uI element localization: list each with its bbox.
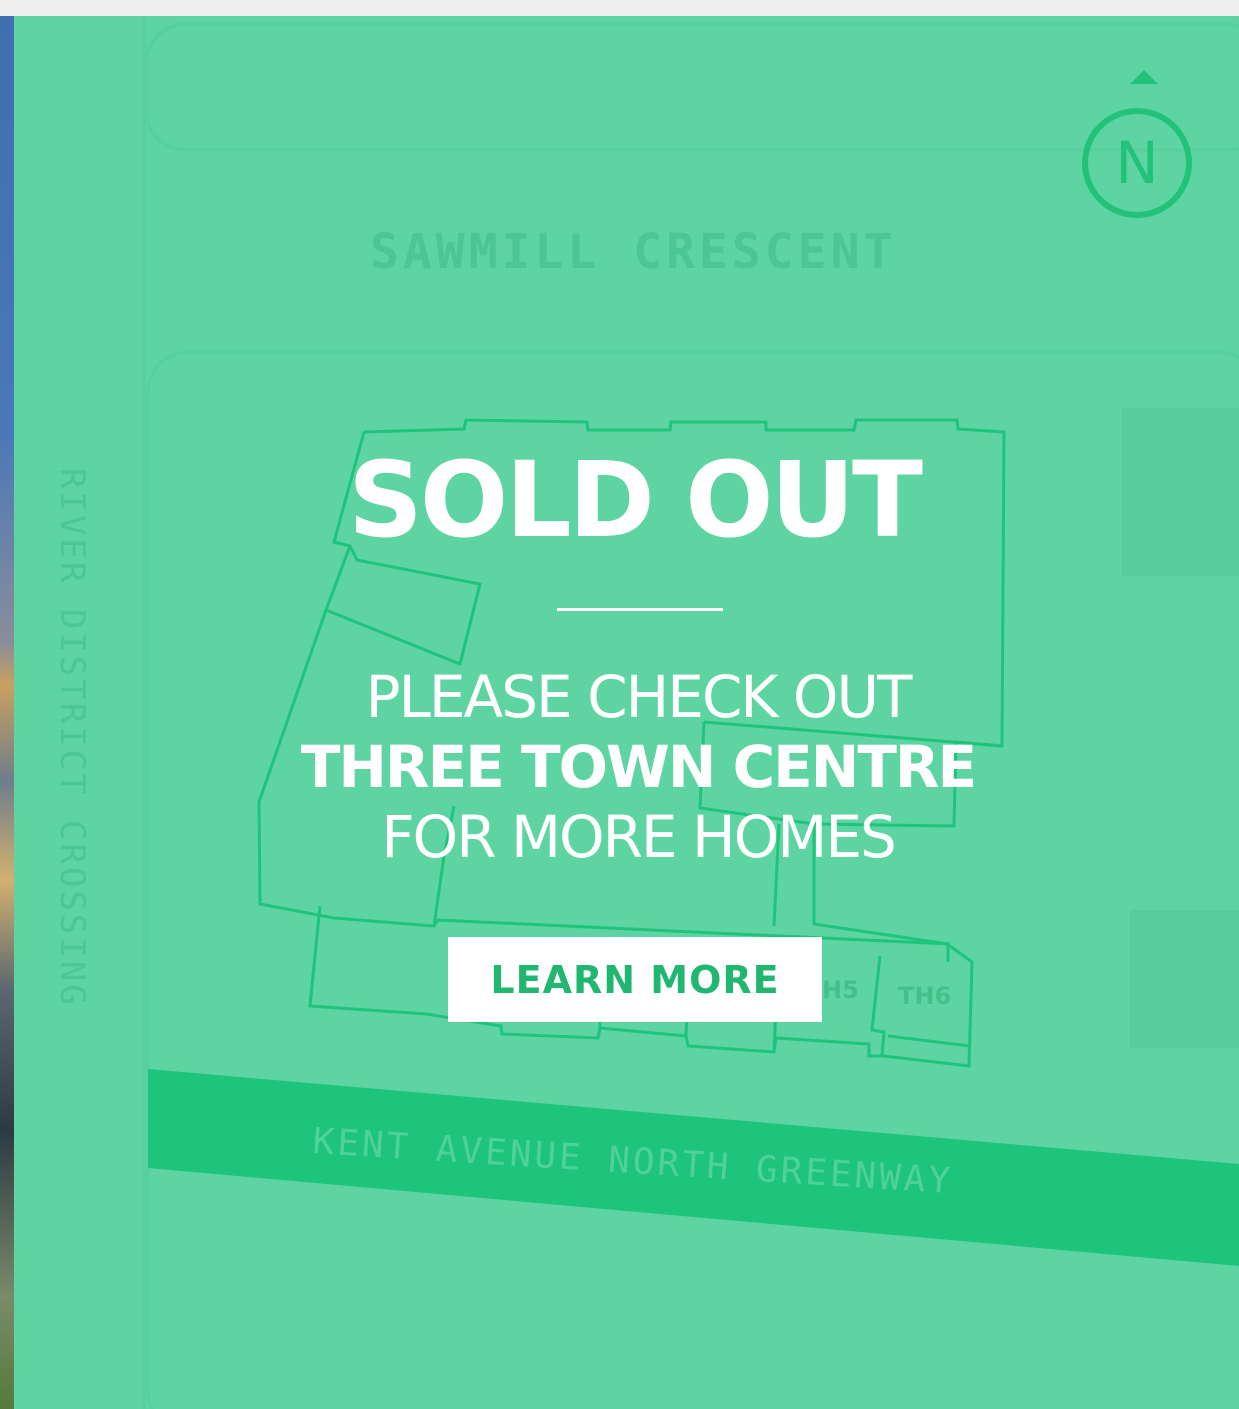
learn-more-button[interactable]: LEARN MORE <box>448 937 822 1022</box>
sold-out-overlay: SOLD OUT PLEASE CHECK OUT THREE TOWN CEN… <box>14 16 1239 1409</box>
sold-out-title: SOLD OUT <box>348 439 923 561</box>
message-line-3: FOR MORE HOMES <box>381 803 897 871</box>
message-line-1: PLEASE CHECK OUT <box>365 663 913 731</box>
site-map: SAWMILL CRESCENT RIVER DISTRICT CROSSING… <box>14 16 1239 1409</box>
title-divider <box>557 608 723 611</box>
message-line-2: THREE TOWN CENTRE <box>300 733 977 801</box>
background-photo-edge <box>0 16 14 1409</box>
browser-top-strip <box>0 0 1239 16</box>
